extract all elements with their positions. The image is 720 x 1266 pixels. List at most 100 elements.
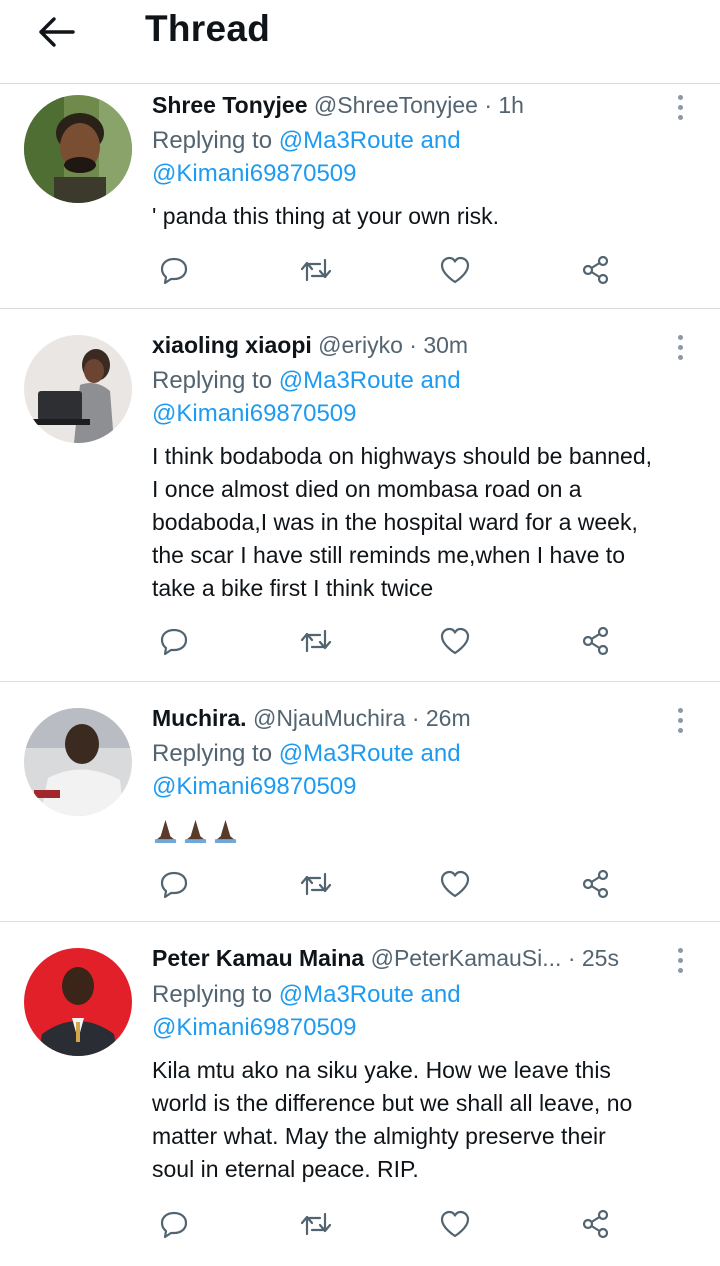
tweet-text: ' panda this thing at your own risk. xyxy=(152,200,702,233)
replying-to-label: Replying to xyxy=(152,981,273,1008)
retweet-icon xyxy=(300,872,332,896)
avatar[interactable] xyxy=(24,708,132,816)
reply-button[interactable] xyxy=(154,250,194,290)
tweet-text-line: Kila mtu ako na siku yake. How we leave … xyxy=(152,1057,611,1083)
mention-and[interactable]: and xyxy=(421,367,461,394)
tweet[interactable]: Peter Kamau Maina @PeterKamauSi... · 25s… xyxy=(0,938,720,1266)
separator-dot: · xyxy=(484,92,492,118)
reply-icon xyxy=(160,1211,188,1239)
share-icon xyxy=(582,626,609,656)
replying-to-label: Replying to xyxy=(152,740,273,767)
mention-link[interactable]: @Kimani69870509 xyxy=(152,1014,357,1041)
mention-and[interactable]: and xyxy=(421,127,461,154)
replying-to: Replying to @Ma3Route and xyxy=(152,364,461,397)
retweet-button[interactable] xyxy=(296,864,336,904)
display-name[interactable]: Shree Tonyjee xyxy=(152,92,308,118)
retweet-button[interactable] xyxy=(296,1204,336,1244)
mention-link[interactable]: @Ma3Route xyxy=(279,127,414,154)
timestamp[interactable]: 1h xyxy=(498,92,524,118)
reply-button[interactable] xyxy=(154,864,194,904)
avatar[interactable] xyxy=(24,335,132,443)
display-name[interactable]: Muchira. xyxy=(152,705,247,731)
tweet-header: Muchira. @NjauMuchira · 26m xyxy=(152,702,664,734)
tweet-text-line: ' panda this thing at your own risk. xyxy=(152,203,500,229)
tweet[interactable]: xiaoling xiaopi @eriyko · 30m Replying t… xyxy=(0,325,720,682)
like-button[interactable] xyxy=(435,621,475,661)
tweet-text: Kila mtu ako na siku yake. How we leave … xyxy=(152,1054,702,1186)
top-bar: Thread xyxy=(0,0,720,84)
reply-button[interactable] xyxy=(154,1204,194,1244)
user-handle[interactable]: @PeterKamauSi... xyxy=(371,945,562,971)
share-icon xyxy=(582,869,609,899)
timestamp[interactable]: 26m xyxy=(426,705,471,731)
tweet-text-line: bodaboda,I was in the hospital ward for … xyxy=(152,509,638,535)
user-handle[interactable]: @ShreeTonyjee xyxy=(314,92,478,118)
more-options-icon[interactable] xyxy=(670,329,690,365)
avatar[interactable] xyxy=(24,95,132,203)
tweet-actions xyxy=(0,864,720,904)
folded-hands-emoji xyxy=(214,820,237,844)
separator-dot: · xyxy=(411,705,420,731)
arrow-left-icon xyxy=(39,17,75,47)
reply-button[interactable] xyxy=(154,621,194,661)
more-options-icon[interactable] xyxy=(670,942,690,978)
share-button[interactable] xyxy=(576,1204,616,1244)
like-button[interactable] xyxy=(435,1204,475,1244)
mention-link[interactable]: @Kimani69870509 xyxy=(152,400,357,427)
mention-and[interactable]: and xyxy=(421,981,461,1008)
replying-to-line-2: @Kimani69870509 xyxy=(152,397,357,430)
tweet-text-line: take a bike first I think twice xyxy=(152,575,434,601)
tweet-header: Peter Kamau Maina @PeterKamauSi... · 25s xyxy=(152,942,664,974)
retweet-icon xyxy=(300,629,332,653)
retweet-button[interactable] xyxy=(296,621,336,661)
avatar[interactable] xyxy=(24,948,132,1056)
like-heart-icon xyxy=(440,1210,470,1238)
tweet[interactable]: Muchira. @NjauMuchira · 26m Replying to … xyxy=(0,698,720,922)
mention-link[interactable]: @Ma3Route xyxy=(279,981,414,1008)
retweet-icon xyxy=(300,1212,332,1236)
timestamp[interactable]: 30m xyxy=(423,332,468,358)
mention-link[interactable]: @Kimani69870509 xyxy=(152,773,357,800)
share-icon xyxy=(582,1209,609,1239)
tweet-text-line: soul in eternal peace. RIP. xyxy=(152,1156,419,1182)
like-heart-icon xyxy=(440,256,470,284)
like-button[interactable] xyxy=(435,250,475,290)
reply-icon xyxy=(160,257,188,285)
tweet-header: xiaoling xiaopi @eriyko · 30m xyxy=(152,329,664,361)
back-button[interactable] xyxy=(34,12,78,52)
replying-to-label: Replying to xyxy=(152,367,273,394)
mention-and[interactable]: and xyxy=(421,740,461,767)
share-button[interactable] xyxy=(576,621,616,661)
replying-to-label: Replying to xyxy=(152,127,273,154)
reply-icon xyxy=(160,628,188,656)
mention-link[interactable]: @Ma3Route xyxy=(279,740,414,767)
tweet-text-line: I think bodaboda on highways should be b… xyxy=(152,443,653,469)
display-name[interactable]: xiaoling xiaopi xyxy=(152,332,312,358)
tweet-text-line: I once almost died on mombasa road on a xyxy=(152,476,582,502)
reply-icon xyxy=(160,871,188,899)
user-handle[interactable]: @eriyko xyxy=(318,332,403,358)
like-button[interactable] xyxy=(435,864,475,904)
replying-to: Replying to @Ma3Route and xyxy=(152,737,461,770)
tweet-text-line: world is the difference but we shall all… xyxy=(152,1090,633,1116)
tweet-header: Shree Tonyjee @ShreeTonyjee · 1h xyxy=(152,89,664,121)
more-options-icon[interactable] xyxy=(670,89,690,125)
share-button[interactable] xyxy=(576,250,616,290)
tweet[interactable]: Shree Tonyjee @ShreeTonyjee · 1h Replyin… xyxy=(0,85,720,309)
folded-hands-emoji xyxy=(154,820,177,844)
replying-to: Replying to @Ma3Route and xyxy=(152,124,461,157)
more-options-icon[interactable] xyxy=(670,702,690,738)
retweet-button[interactable] xyxy=(296,250,336,290)
tweet-actions xyxy=(0,621,720,661)
tweet-text-line: matter what. May the almighty preserve t… xyxy=(152,1123,606,1149)
like-heart-icon xyxy=(440,627,470,655)
display-name[interactable]: Peter Kamau Maina xyxy=(152,945,364,971)
share-icon xyxy=(582,255,609,285)
tweet-text: I think bodaboda on highways should be b… xyxy=(152,440,702,605)
mention-link[interactable]: @Kimani69870509 xyxy=(152,160,357,187)
separator-dot: · xyxy=(409,332,417,358)
mention-link[interactable]: @Ma3Route xyxy=(279,367,414,394)
share-button[interactable] xyxy=(576,864,616,904)
timestamp[interactable]: 25s xyxy=(582,945,619,971)
user-handle[interactable]: @NjauMuchira xyxy=(253,705,405,731)
